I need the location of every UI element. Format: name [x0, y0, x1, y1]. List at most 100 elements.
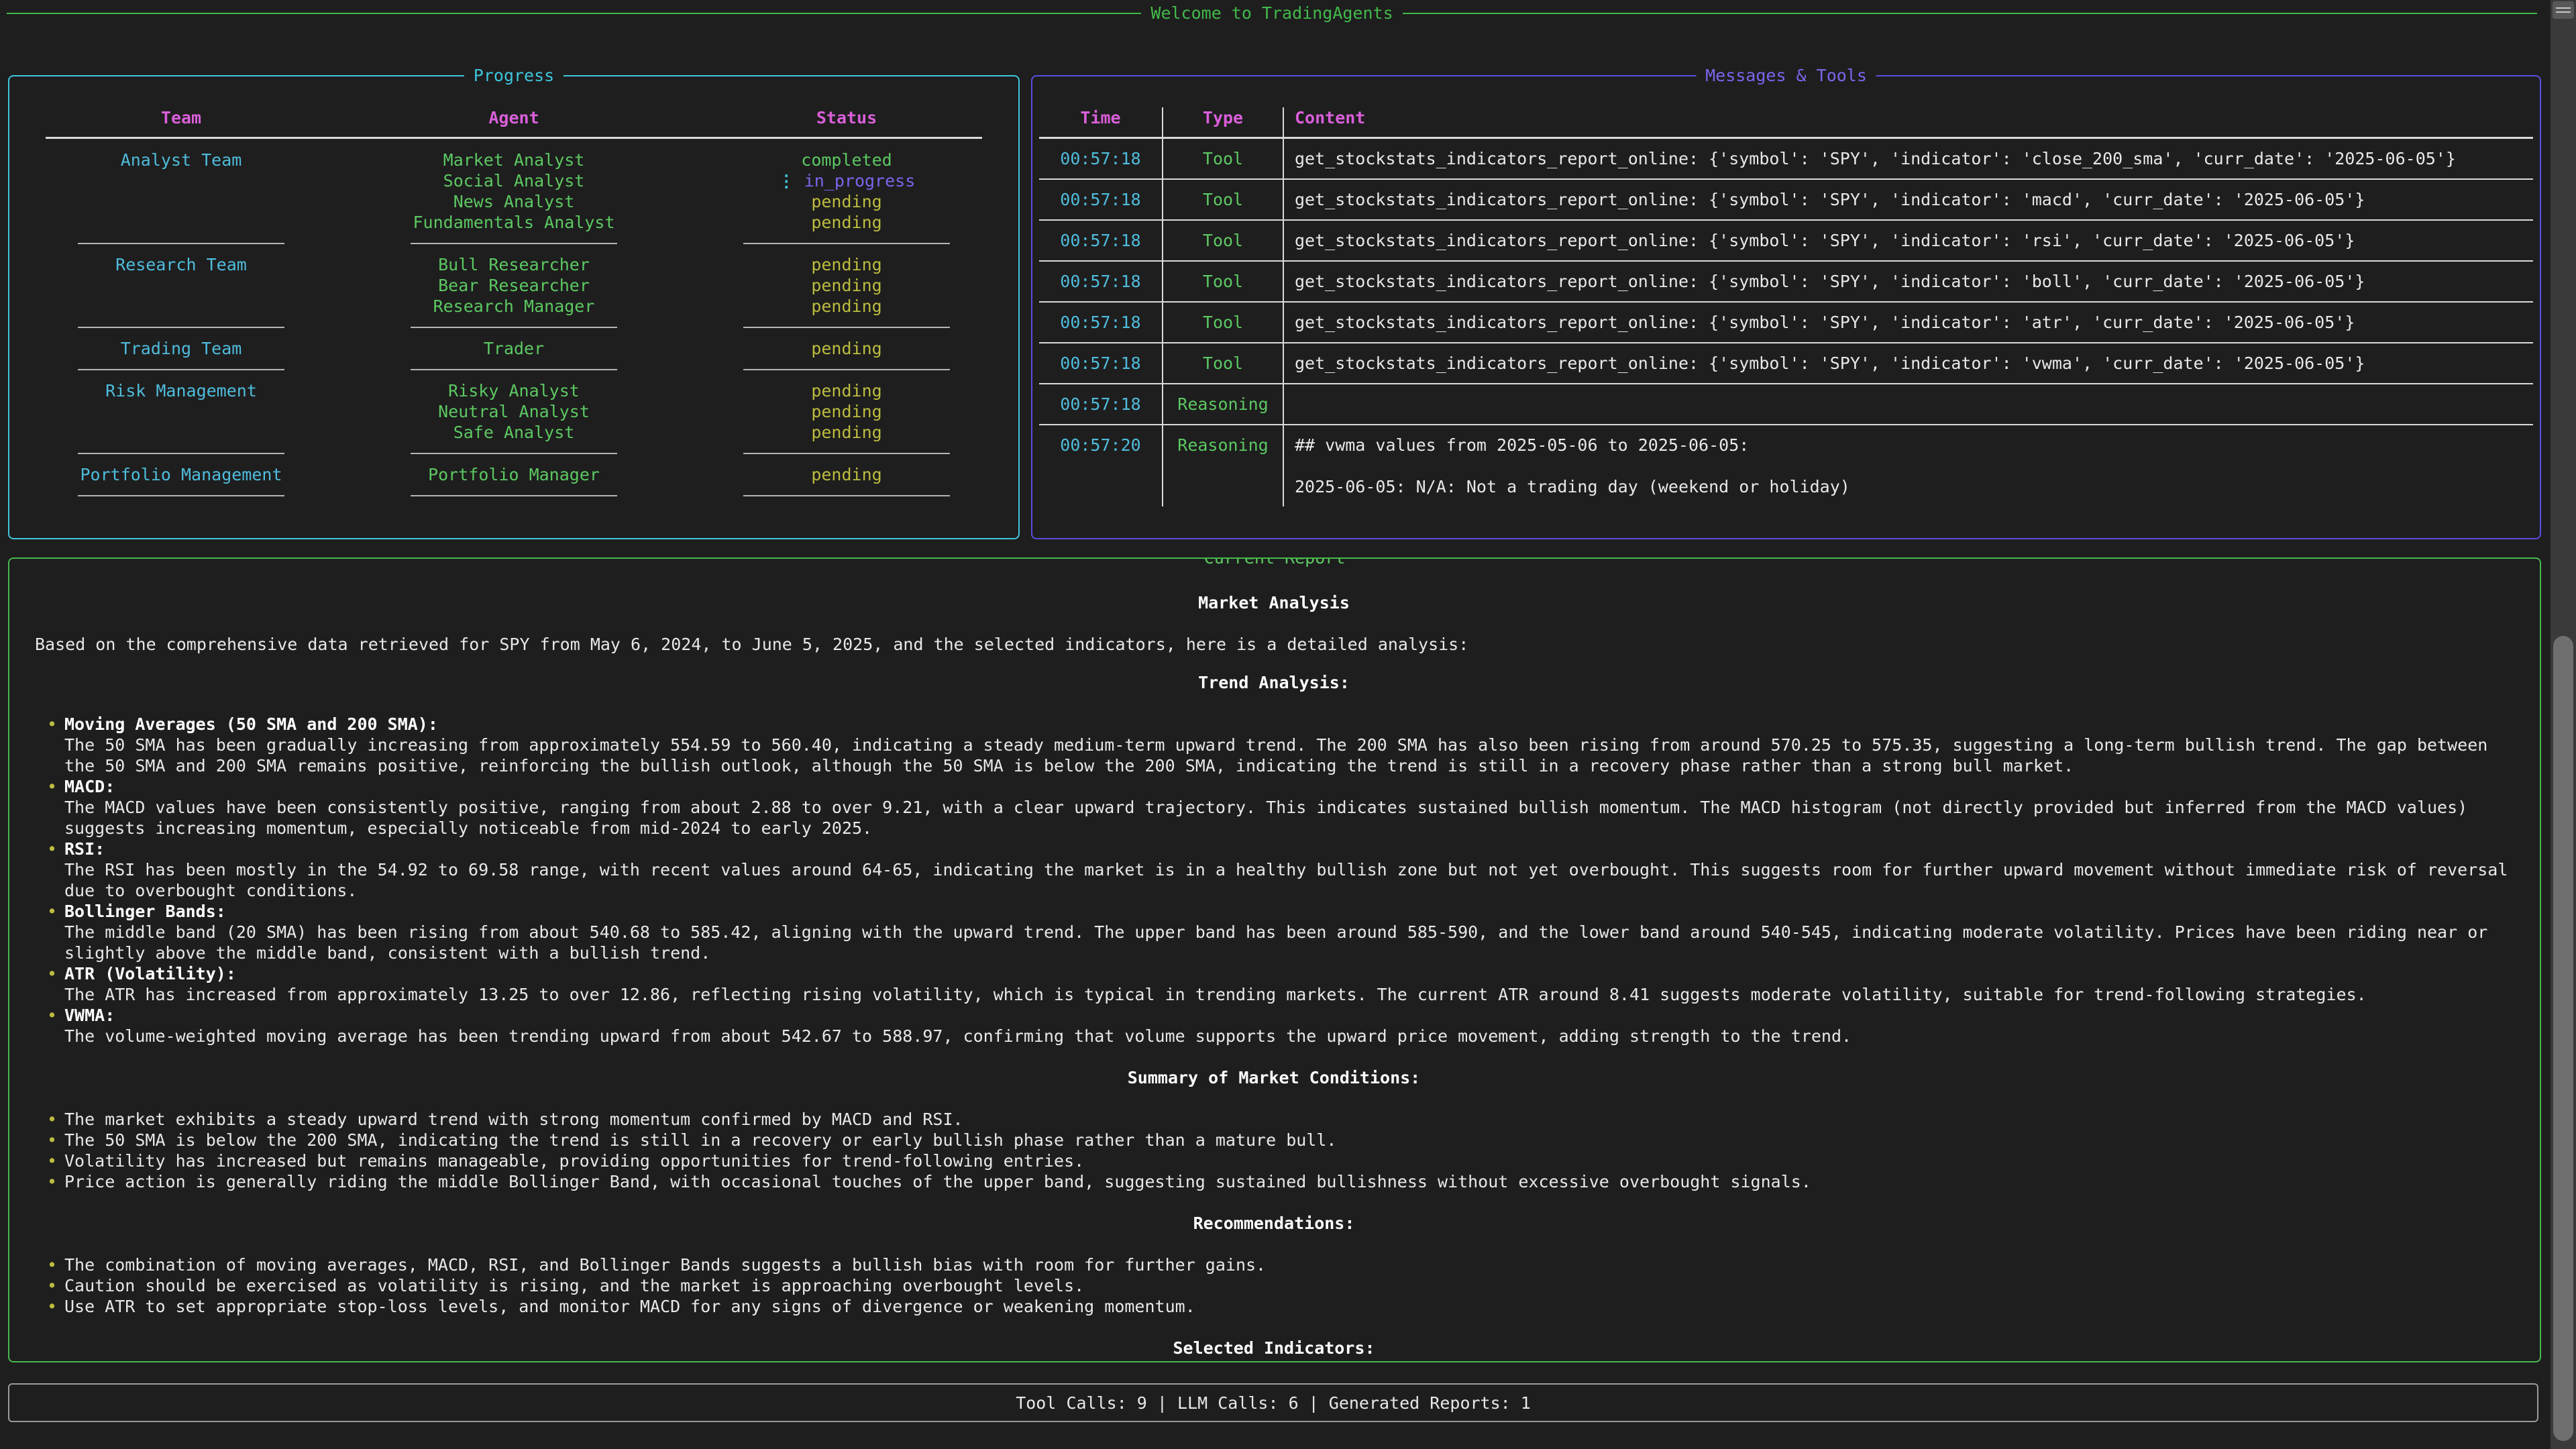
bullet-body: Price action is generally riding the mid… [64, 1171, 2513, 1192]
progress-row: Bear Researcherpending [15, 275, 1013, 296]
message-content [1284, 384, 2533, 424]
report-bullet: •RSI:The RSI has been mostly in the 54.9… [47, 839, 2513, 901]
report-bullet: •The market exhibits a steady upward tre… [47, 1109, 2513, 1130]
bullet-label: ATR (Volatility): [64, 963, 2513, 984]
report-bullet: •Caution should be exercised as volatili… [47, 1275, 2513, 1296]
agent-cell: Risky Analyst [347, 380, 680, 401]
separator-segment [411, 369, 617, 370]
progress-row: Research TeamBull Researcherpending [15, 254, 1013, 275]
status-cell: pending [680, 296, 1013, 317]
report-intro: Based on the comprehensive data retrieve… [35, 634, 2513, 655]
bullet-text: Caution should be exercised as volatilit… [64, 1275, 2513, 1296]
bullet-body: The market exhibits a steady upward tren… [64, 1109, 2513, 1130]
report-bullet: •VWMA:The volume-weighted moving average… [47, 1005, 2513, 1046]
content-line [1295, 455, 2533, 476]
progress-row: Trading TeamTraderpending [15, 338, 1013, 359]
bullet-icon: • [47, 1296, 64, 1317]
team-cell [15, 401, 347, 422]
separator-segment [743, 453, 950, 454]
bullet-list: •The combination of moving averages, MAC… [47, 1254, 2513, 1317]
separator-segment [78, 453, 284, 454]
separator-segment [743, 495, 950, 496]
message-row: 00:57:18Toolget_stockstats_indicators_re… [1039, 221, 2533, 262]
team-cell [15, 170, 347, 191]
separator-segment [743, 327, 950, 328]
agent-cell: Social Analyst [347, 170, 680, 191]
scrollbar-thumb[interactable] [2553, 636, 2573, 1441]
separator-segment [743, 243, 950, 244]
message-time: 00:57:18 [1039, 343, 1163, 383]
group-separator [15, 359, 1013, 380]
messages-table-body: 00:57:18Toolget_stockstats_indicators_re… [1039, 139, 2533, 506]
app-root: { "banner": { "title": "Welcome to Tradi… [0, 0, 2576, 1449]
status-cell: pending [680, 380, 1013, 401]
bullet-label: Bollinger Bands: [64, 901, 2513, 922]
agent-cell: News Analyst [347, 191, 680, 212]
message-type: Tool [1163, 303, 1284, 342]
report-bullet: •MACD:The MACD values have been consiste… [47, 776, 2513, 839]
team-cell: Risk Management [15, 380, 347, 401]
message-row: 00:57:18Toolget_stockstats_indicators_re… [1039, 262, 2533, 303]
scrollbar-top-button[interactable] [2553, 1, 2574, 19]
message-content: get_stockstats_indicators_report_online:… [1284, 180, 2533, 219]
status-cell: ⋮in_progress [680, 170, 1013, 191]
status-cell: pending [680, 464, 1013, 485]
progress-panel-title: Progress [464, 65, 564, 86]
separator-segment [743, 369, 950, 370]
progress-row: News Analystpending [15, 191, 1013, 212]
bullet-label: Moving Averages (50 SMA and 200 SMA): [64, 714, 2513, 735]
report-panel-title: Current Report [1195, 557, 1355, 568]
message-row: 00:57:18Toolget_stockstats_indicators_re… [1039, 180, 2533, 221]
progress-row: Research Managerpending [15, 296, 1013, 317]
bullet-icon: • [47, 1150, 64, 1171]
bullet-body: Caution should be exercised as volatilit… [64, 1275, 2513, 1296]
messages-table-header: Time Type Content [1039, 107, 2533, 139]
group-separator [15, 233, 1013, 254]
bullet-body: VWMA:The volume-weighted moving average … [64, 1005, 2513, 1046]
separator-segment [78, 327, 284, 328]
message-content: ## vwma values from 2025-05-06 to 2025-0… [1284, 425, 2533, 506]
messages-table: Time Type Content 00:57:18Toolget_stocks… [1032, 76, 2540, 506]
bullet-icon: • [47, 1130, 64, 1150]
column-header-content: Content [1284, 107, 2533, 137]
report-bullet: •Price action is generally riding the mi… [47, 1171, 2513, 1192]
messages-panel: Messages & Tools Time Type Content 00:57… [1031, 75, 2541, 539]
bullet-body: ATR (Volatility):The ATR has increased f… [64, 963, 2513, 1005]
scrollbar[interactable] [2551, 0, 2576, 1449]
progress-row: Portfolio ManagementPortfolio Managerpen… [15, 464, 1013, 485]
status-label: pending [811, 255, 881, 274]
messages-panel-title: Messages & Tools [1696, 65, 1876, 86]
message-type: Tool [1163, 221, 1284, 260]
report-bullet: •The combination of moving averages, MAC… [47, 1254, 2513, 1275]
section-heading: Trend Analysis: [35, 672, 2513, 693]
agent-cell: Fundamentals Analyst [347, 212, 680, 233]
report-bullet: •Volatility has increased but remains ma… [47, 1150, 2513, 1171]
status-label: pending [811, 339, 881, 358]
welcome-banner: Welcome to TradingAgents [7, 3, 2537, 23]
section-heading: Recommendations: [35, 1213, 2513, 1234]
bullet-icon: • [47, 1275, 64, 1296]
message-content: get_stockstats_indicators_report_online:… [1284, 262, 2533, 301]
team-cell [15, 422, 347, 443]
message-time: 00:57:20 [1039, 425, 1163, 506]
bullet-body: Bollinger Bands:The middle band (20 SMA)… [64, 901, 2513, 963]
report-bullet: •Use ATR to set appropriate stop-loss le… [47, 1296, 2513, 1317]
progress-row: Social Analyst⋮in_progress [15, 170, 1013, 191]
separator-segment [78, 369, 284, 370]
column-header-team: Team [15, 107, 347, 128]
message-time: 00:57:18 [1039, 221, 1163, 260]
content-line: 2025-06-05: N/A: Not a trading day (week… [1295, 476, 2533, 497]
progress-row: Fundamentals Analystpending [15, 212, 1013, 233]
message-type: Reasoning [1163, 384, 1284, 424]
report-content: Market Analysis Based on the comprehensi… [9, 559, 2540, 1358]
bullet-icon: • [47, 1109, 64, 1130]
progress-row: Analyst TeamMarket Analystcompleted [15, 150, 1013, 170]
message-row: 00:57:18Toolget_stockstats_indicators_re… [1039, 139, 2533, 180]
status-cell: pending [680, 422, 1013, 443]
status-label: pending [811, 465, 881, 484]
bullet-icon: • [47, 714, 64, 776]
banner-rule-right [1403, 13, 2537, 14]
message-row: 00:57:18Toolget_stockstats_indicators_re… [1039, 343, 2533, 384]
progress-row: Risk ManagementRisky Analystpending [15, 380, 1013, 401]
agent-cell: Neutral Analyst [347, 401, 680, 422]
